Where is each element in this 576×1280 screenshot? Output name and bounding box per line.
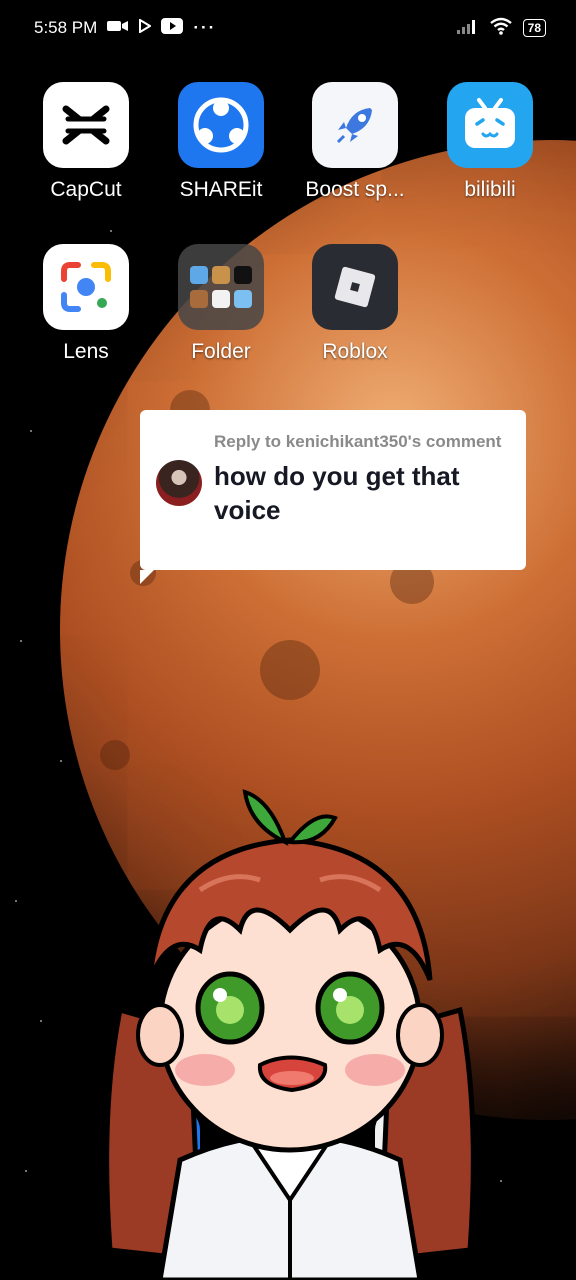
reply-comment-bubble[interactable]: Reply to kenichikant350's comment how do… bbox=[140, 410, 526, 584]
reply-heading: Reply to kenichikant350's comment bbox=[214, 432, 502, 451]
capcut-icon bbox=[43, 82, 129, 168]
youtube-icon bbox=[161, 17, 184, 39]
avatar bbox=[156, 460, 202, 506]
app-label: SHAREit bbox=[179, 178, 263, 201]
app-shareit[interactable]: SHAREit bbox=[156, 82, 286, 202]
app-bilibili[interactable]: bilibili bbox=[425, 82, 555, 202]
anime-character-overlay bbox=[104, 789, 476, 1280]
reply-comment-text: how do you get that voice bbox=[214, 461, 460, 525]
status-bar: 5:58 PM ··· 78 bbox=[0, 0, 576, 56]
shareit-icon bbox=[178, 82, 264, 168]
more-icon: ··· bbox=[193, 18, 217, 37]
app-folder[interactable]: Folder bbox=[156, 244, 286, 364]
app-boost-speed[interactable]: Boost sp... bbox=[290, 82, 420, 202]
status-time: 5:58 PM bbox=[34, 18, 98, 37]
app-label: Roblox bbox=[322, 340, 388, 363]
signal-icon bbox=[456, 18, 479, 39]
wifi-icon bbox=[489, 17, 513, 40]
folder-icon bbox=[178, 244, 264, 330]
lens-icon bbox=[43, 244, 129, 330]
bilibili-icon bbox=[447, 82, 533, 168]
battery-icon: 78 bbox=[522, 19, 546, 37]
app-label: bilibili bbox=[464, 178, 516, 201]
roblox-icon bbox=[312, 244, 398, 330]
camera-icon bbox=[107, 18, 129, 38]
app-lens[interactable]: Lens bbox=[21, 244, 151, 364]
app-label: Lens bbox=[63, 340, 109, 363]
app-label: Boost sp... bbox=[305, 178, 405, 201]
app-roblox[interactable]: Roblox bbox=[290, 244, 420, 364]
app-label: Folder bbox=[191, 340, 251, 363]
rocket-icon bbox=[312, 82, 398, 168]
app-label: CapCut bbox=[50, 178, 122, 201]
play-icon bbox=[139, 18, 153, 38]
app-capcut[interactable]: CapCut bbox=[21, 82, 151, 202]
